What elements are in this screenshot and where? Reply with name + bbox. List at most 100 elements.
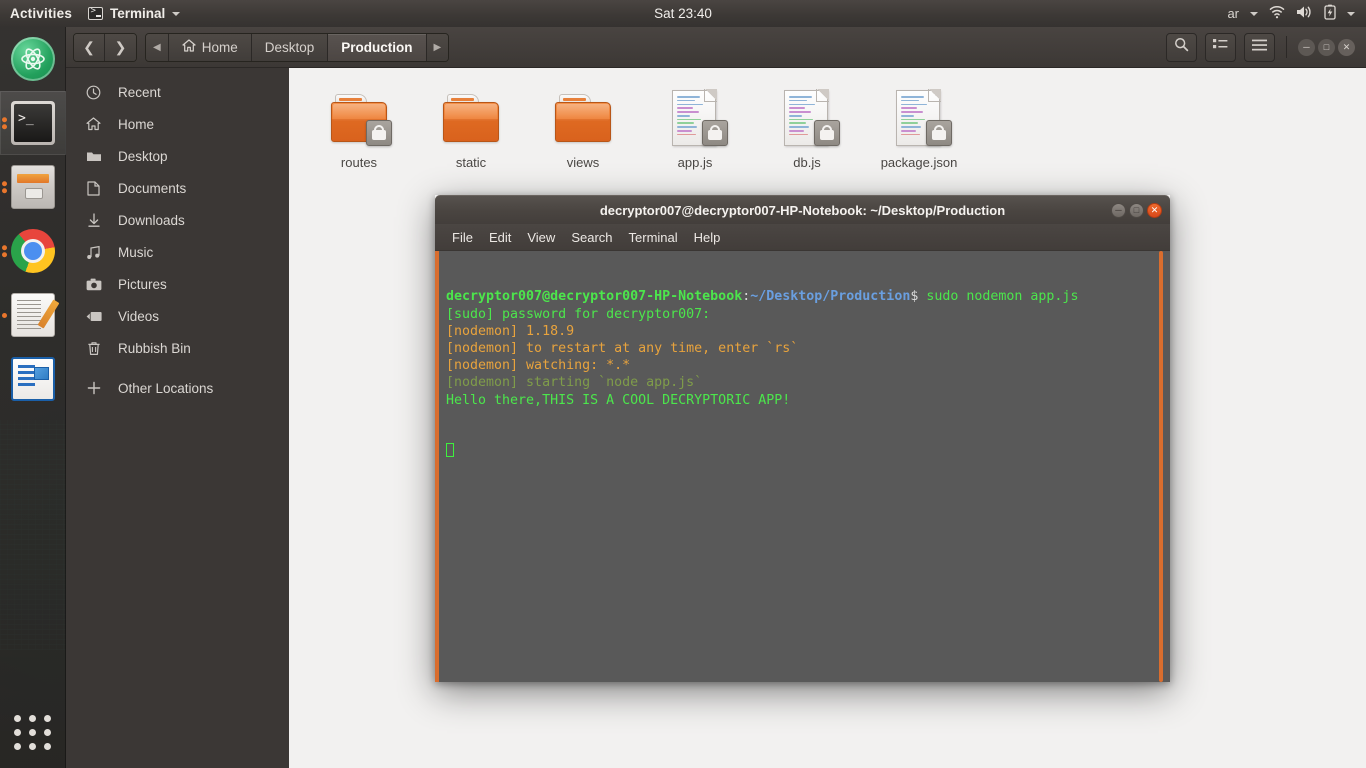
breadcrumb-item-production[interactable]: Production bbox=[328, 33, 427, 61]
wifi-icon[interactable] bbox=[1269, 5, 1285, 22]
terminal-text: [nodemon] starting `node app.js` bbox=[446, 375, 703, 391]
sidebar-label-recent: Recent bbox=[118, 84, 161, 100]
chrome-icon bbox=[11, 229, 55, 273]
file-item-routes[interactable]: routes bbox=[303, 82, 415, 170]
terminal-window: decryptor007@decryptor007-HP-Notebook: ~… bbox=[435, 195, 1170, 682]
running-indicator-chrome bbox=[2, 242, 7, 260]
launcher-item-chrome[interactable] bbox=[0, 219, 66, 283]
terminal-line: [nodemon] 1.18.9 bbox=[446, 323, 1170, 340]
keyboard-layout-indicator[interactable]: ar bbox=[1227, 6, 1239, 21]
keyboard-chevron-down-icon[interactable] bbox=[1250, 11, 1258, 16]
document-icon bbox=[85, 180, 102, 196]
file-item-app-js[interactable]: app.js bbox=[639, 82, 751, 170]
menu-button[interactable] bbox=[1244, 32, 1275, 62]
menu-item-edit[interactable]: Edit bbox=[483, 230, 517, 245]
launcher-item-files[interactable] bbox=[0, 155, 66, 219]
sidebar-item-rubbish-bin[interactable]: Rubbish Bin bbox=[66, 332, 289, 364]
app-grid-icon bbox=[14, 714, 52, 750]
terminal-close-button[interactable]: ✕ bbox=[1147, 202, 1162, 218]
file-label-routes: routes bbox=[340, 155, 378, 170]
file-item-db-js[interactable]: db.js bbox=[751, 82, 863, 170]
maximize-button[interactable]: □ bbox=[1318, 38, 1335, 56]
close-button[interactable]: ✕ bbox=[1338, 38, 1355, 56]
menu-item-search[interactable]: Search bbox=[565, 230, 618, 245]
terminal-scrollbar[interactable] bbox=[1157, 251, 1165, 682]
system-indicators: ar bbox=[1227, 4, 1366, 23]
volume-icon[interactable] bbox=[1296, 5, 1313, 22]
terminal-window-controls: ─ □ ✕ bbox=[1111, 202, 1170, 218]
sidebar-item-music[interactable]: Music bbox=[66, 236, 289, 268]
app-menu-button[interactable]: Terminal bbox=[84, 6, 184, 21]
sidebar-label-other-locations: Other Locations bbox=[118, 380, 214, 396]
terminal-output[interactable]: decryptor007@decryptor007-HP-Notebook:~/… bbox=[435, 251, 1170, 682]
sidebar-label-pictures: Pictures bbox=[118, 276, 167, 292]
terminal-text: decryptor007@decryptor007-HP-Notebook bbox=[446, 289, 743, 305]
launcher-item-text-editor[interactable] bbox=[0, 283, 66, 347]
menu-item-help[interactable]: Help bbox=[688, 230, 727, 245]
chevron-down-icon bbox=[172, 11, 181, 16]
sidebar-label-downloads: Downloads bbox=[118, 212, 185, 228]
sidebar-item-home[interactable]: Home bbox=[66, 108, 289, 140]
sidebar-item-other-locations[interactable]: Other Locations bbox=[66, 372, 289, 404]
sidebar: Recent Home Desktop Documents Downloads … bbox=[66, 68, 289, 768]
clock[interactable]: Sat 23:40 bbox=[0, 6, 1366, 21]
running-indicator-text-editor bbox=[2, 310, 7, 320]
breadcrumb-item-desktop[interactable]: Desktop bbox=[251, 33, 329, 61]
terminal-minimize-button[interactable]: ─ bbox=[1111, 202, 1126, 218]
search-button[interactable] bbox=[1166, 32, 1197, 62]
file-item-static[interactable]: static bbox=[415, 82, 527, 170]
js-file-icon bbox=[774, 88, 840, 148]
sidebar-label-desktop: Desktop bbox=[118, 148, 168, 164]
file-item-package-json[interactable]: package.json bbox=[863, 82, 975, 170]
terminal-cursor bbox=[446, 443, 1170, 460]
terminal-icon bbox=[88, 6, 104, 20]
text-editor-icon bbox=[11, 293, 55, 337]
folder-icon bbox=[438, 88, 504, 148]
sidebar-item-videos[interactable]: Videos bbox=[66, 300, 289, 332]
terminal-text: [sudo] password for decryptor007: bbox=[446, 306, 711, 322]
file-label-app-js: app.js bbox=[677, 155, 713, 170]
file-item-views[interactable]: views bbox=[527, 82, 639, 170]
sidebar-item-desktop[interactable]: Desktop bbox=[66, 140, 289, 172]
atom-icon bbox=[11, 37, 55, 81]
terminal-line: [nodemon] to restart at any time, enter … bbox=[446, 340, 1170, 357]
breadcrumb-label-desktop: Desktop bbox=[264, 39, 315, 55]
sidebar-item-documents[interactable]: Documents bbox=[66, 172, 289, 204]
running-indicator-terminal bbox=[2, 114, 7, 132]
terminal-maximize-button[interactable]: □ bbox=[1129, 202, 1144, 218]
terminal-line: [nodemon] starting `node app.js` bbox=[446, 374, 1170, 391]
menu-item-view[interactable]: View bbox=[521, 230, 561, 245]
activities-button[interactable]: Activities bbox=[0, 6, 84, 21]
sidebar-item-downloads[interactable]: Downloads bbox=[66, 204, 289, 236]
terminal-titlebar[interactable]: decryptor007@decryptor007-HP-Notebook: ~… bbox=[435, 195, 1170, 224]
sidebar-label-music: Music bbox=[118, 244, 154, 260]
launcher-item-atom[interactable] bbox=[0, 27, 66, 91]
terminal-text: ~/Desktop/Production bbox=[750, 289, 911, 305]
system-menu-caret-icon[interactable] bbox=[1347, 11, 1355, 16]
forward-icon[interactable]: ❯ bbox=[105, 33, 136, 61]
show-applications-button[interactable] bbox=[0, 704, 66, 760]
sidebar-item-recent[interactable]: Recent bbox=[66, 76, 289, 108]
breadcrumb-scroll-right[interactable]: ▶ bbox=[426, 33, 449, 61]
back-icon[interactable]: ❮ bbox=[74, 33, 105, 61]
menu-item-file[interactable]: File bbox=[446, 230, 479, 245]
list-view-icon bbox=[1213, 38, 1228, 56]
sidebar-label-videos: Videos bbox=[118, 308, 160, 324]
breadcrumb-item-home[interactable]: Home bbox=[168, 33, 252, 61]
terminal-menubar: File Edit View Search Terminal Help bbox=[435, 224, 1170, 251]
minimize-button[interactable]: ─ bbox=[1298, 38, 1315, 56]
view-toggle-button[interactable] bbox=[1205, 32, 1236, 62]
terminal-lines: decryptor007@decryptor007-HP-Notebook:~/… bbox=[446, 288, 1170, 408]
launcher-item-impress[interactable] bbox=[0, 347, 66, 411]
battery-icon[interactable] bbox=[1324, 4, 1336, 23]
menu-item-terminal[interactable]: Terminal bbox=[623, 230, 684, 245]
lock-icon bbox=[702, 120, 728, 146]
sidebar-label-documents: Documents bbox=[118, 180, 187, 196]
launcher-item-terminal[interactable] bbox=[0, 91, 66, 155]
sidebar-item-pictures[interactable]: Pictures bbox=[66, 268, 289, 300]
search-icon bbox=[1174, 37, 1189, 57]
unity-launcher bbox=[0, 27, 66, 768]
music-icon bbox=[85, 245, 102, 260]
breadcrumb-scroll-left[interactable]: ◀ bbox=[146, 33, 169, 61]
plus-icon bbox=[85, 381, 102, 395]
